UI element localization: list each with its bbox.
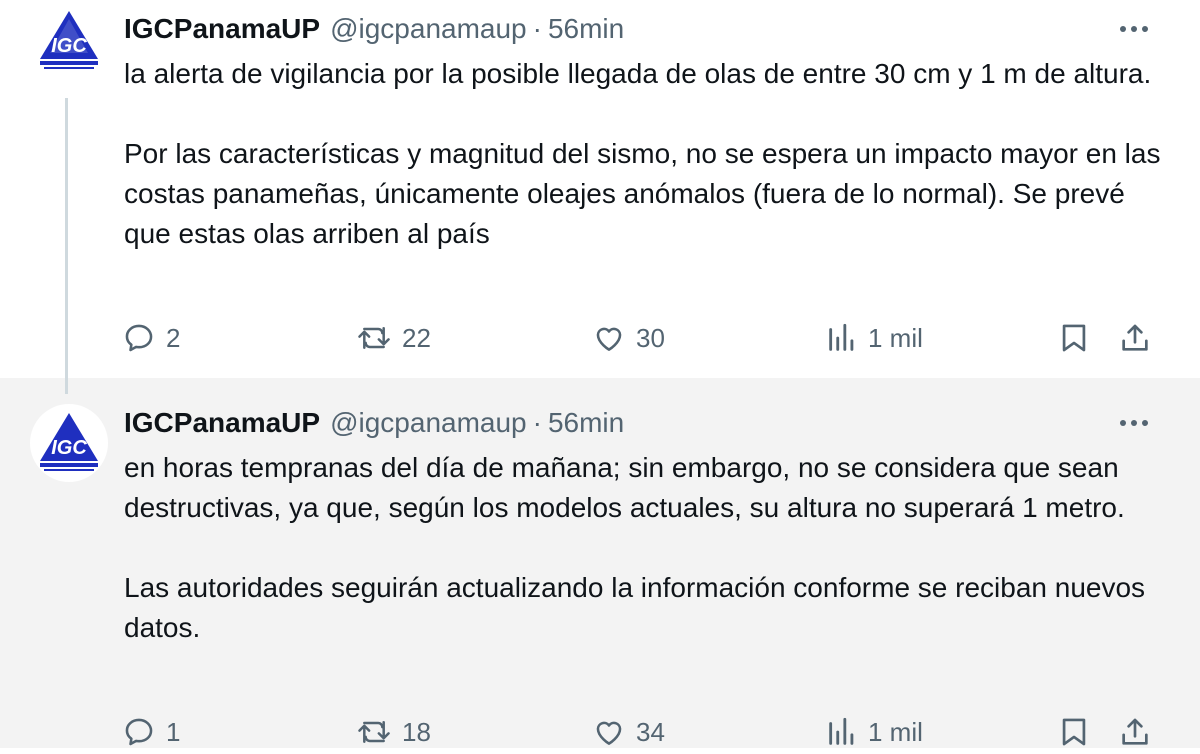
timestamp[interactable]: 56min [548,13,624,45]
display-name[interactable]: IGCPanamaUP [124,13,320,45]
speech-bubble-icon [125,324,153,352]
ellipsis-icon [1120,420,1148,426]
separator-dot: · [532,407,542,438]
tweet[interactable]: IGC IGCPanamaUP @igcpanamaup · 56min la … [0,0,1200,378]
user-handle[interactable]: @igcpanamaup [330,407,527,439]
user-handle[interactable]: @igcpanamaup [330,13,527,45]
separator-dot: · [532,13,542,44]
tweet-paragraph: Las autoridades seguirán actualizando la… [124,572,1146,643]
repost-arrows-icon [358,327,390,349]
tweet-paragraph: la alerta de vigilancia por la posible l… [124,58,1152,89]
repost-button[interactable]: 22 [356,316,431,360]
avatar-logo-text: IGC [51,437,87,459]
bar-chart-icon [829,717,854,745]
share-upload-icon [1122,718,1148,745]
share-upload-icon [1122,324,1148,351]
reply-button[interactable]: 1 [122,710,180,754]
like-count: 30 [636,322,665,353]
share-button[interactable] [1118,316,1152,360]
repost-count: 18 [402,716,431,747]
speech-bubble-icon [125,718,153,746]
tweet-actions: 1 18 34 1 mil [122,710,1162,754]
tweet-paragraph: en horas tempranas del día de mañana; si… [124,452,1125,523]
ellipsis-icon [1120,26,1148,32]
reply-button[interactable]: 2 [122,316,180,360]
view-count: 1 mil [868,716,923,747]
bar-chart-icon [829,323,854,351]
repost-arrows-icon [358,721,390,743]
tweet-text: la alerta de vigilancia por la posible l… [124,54,1170,254]
repost-count: 22 [402,322,431,353]
tweet-actions: 2 22 30 1 mil [122,316,1162,360]
tweet-header: IGCPanamaUP @igcpanamaup · 56min [124,403,624,443]
igc-logo-icon: IGC [40,11,98,69]
display-name[interactable]: IGCPanamaUP [124,407,320,439]
bookmark-button[interactable] [1058,710,1090,754]
avatar[interactable]: IGC [30,404,108,482]
view-count: 1 mil [868,322,923,353]
tweet[interactable]: IGC IGCPanamaUP @igcpanamaup · 56min en … [0,378,1200,748]
bookmark-icon [1062,324,1086,352]
tweet-paragraph: Por las características y magnitud del s… [124,138,1161,249]
heart-icon [596,327,622,351]
tweet-header: IGCPanamaUP @igcpanamaup · 56min [124,9,624,49]
more-options-button[interactable] [1112,9,1156,49]
like-button[interactable]: 34 [592,710,665,754]
reply-count: 1 [166,716,181,747]
tweet-text: en horas tempranas del día de mañana; si… [124,448,1170,648]
views-button[interactable]: 1 mil [826,316,923,360]
like-button[interactable]: 30 [592,316,665,360]
reply-count: 2 [166,322,181,353]
thread-connector-line [65,98,68,394]
igc-logo-icon: IGC [40,413,98,471]
timestamp[interactable]: 56min [548,407,624,439]
views-button[interactable]: 1 mil [826,710,923,754]
avatar[interactable]: IGC [30,2,108,80]
bookmark-icon [1062,718,1086,746]
like-count: 34 [636,716,665,747]
heart-icon [596,721,622,745]
repost-button[interactable]: 18 [356,710,431,754]
more-options-button[interactable] [1112,403,1156,443]
bookmark-button[interactable] [1058,316,1090,360]
avatar-logo-text: IGC [51,35,87,57]
share-button[interactable] [1118,710,1152,754]
